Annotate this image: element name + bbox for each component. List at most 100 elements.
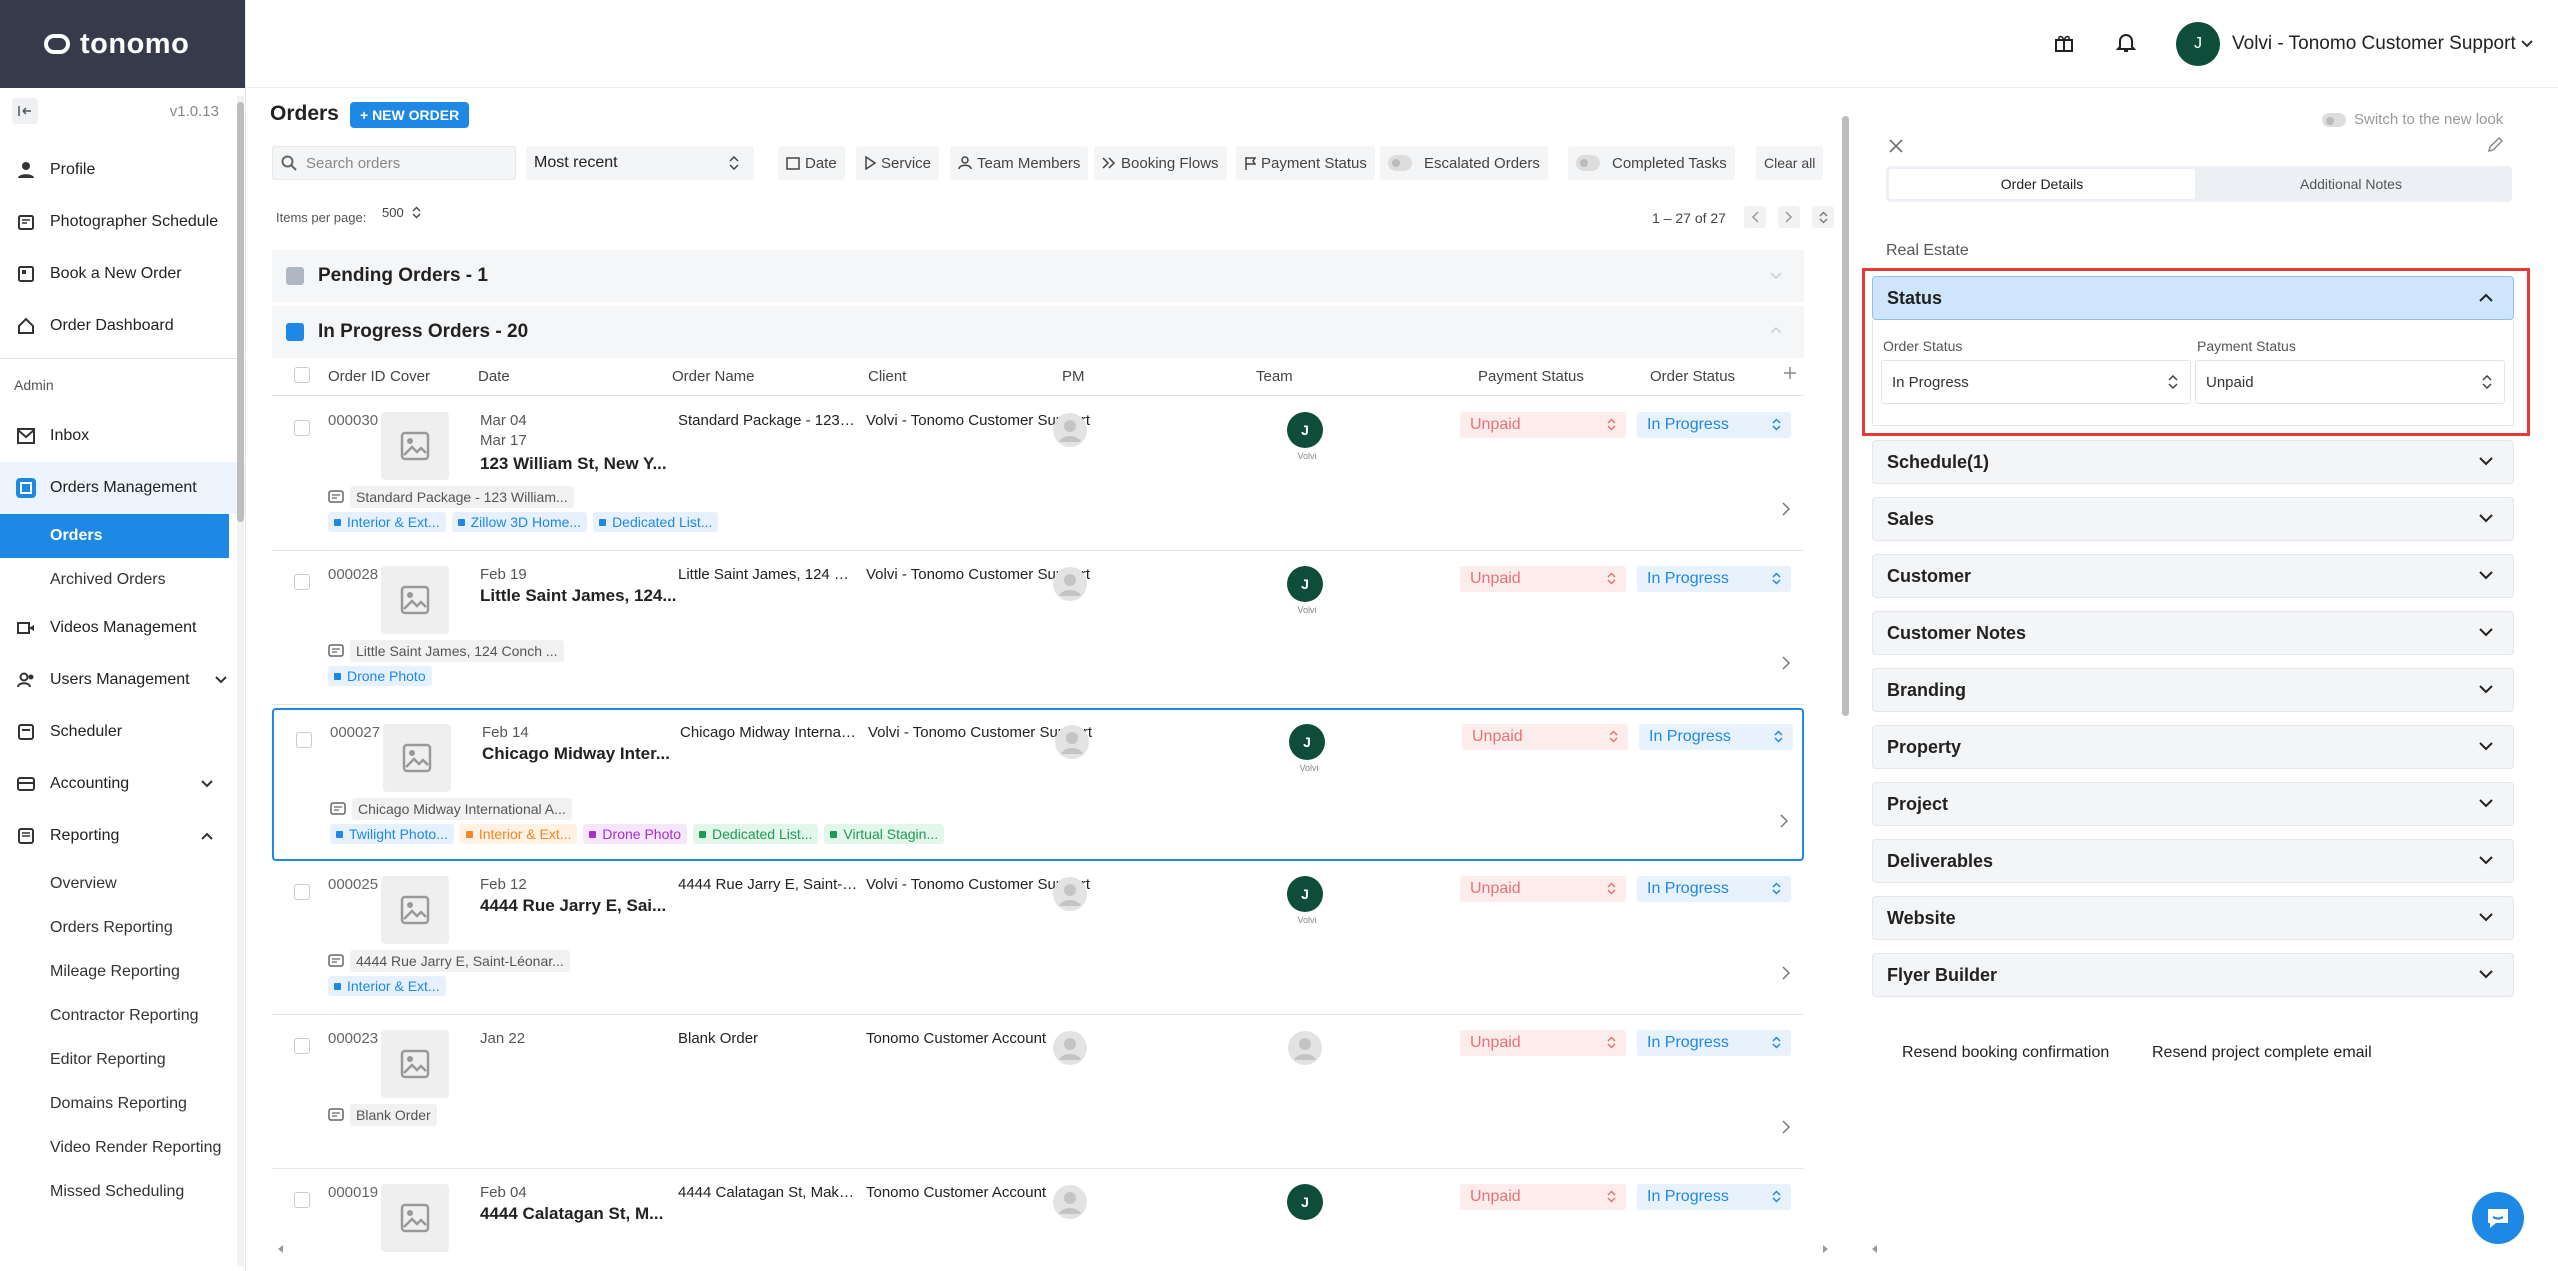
user-avatar[interactable]: J: [2176, 22, 2220, 66]
row-checkbox[interactable]: [294, 420, 310, 436]
payment-status-select[interactable]: Unpaid: [1460, 876, 1626, 902]
order-address[interactable]: Little Saint James, 124...: [480, 586, 677, 606]
chevron-down-icon[interactable]: [2479, 970, 2493, 979]
table-row[interactable]: 000028 Feb 19 Little Saint James, 124... Li…: [272, 552, 1804, 705]
team-members-filter-button[interactable]: Team Members: [950, 146, 1089, 180]
order-address[interactable]: Chicago Midway Inter...: [482, 744, 670, 764]
row-checkbox[interactable]: [296, 732, 312, 748]
section-customer-notes[interactable]: Customer Notes: [1872, 611, 2514, 655]
sidebar-item-order-dashboard[interactable]: Order Dashboard: [0, 300, 245, 352]
app-logo-text[interactable]: tonomo: [80, 28, 189, 61]
section-branding[interactable]: Branding: [1872, 668, 2514, 712]
chevron-down-icon[interactable]: [2479, 856, 2493, 865]
team-member[interactable]: J Volvi: [1287, 566, 1327, 615]
booking-flows-filter-button[interactable]: Booking Flows: [1094, 146, 1227, 180]
sidebar-item-orders-reporting[interactable]: Orders Reporting: [0, 906, 245, 950]
gift-icon[interactable]: [2054, 33, 2074, 53]
section-project[interactable]: Project: [1872, 782, 2514, 826]
column-header[interactable]: Order Name: [672, 368, 755, 385]
new-order-button[interactable]: + NEW ORDER: [350, 102, 470, 128]
scroll-right-icon[interactable]: [1822, 1244, 1830, 1254]
pm-avatar[interactable]: [1052, 566, 1088, 602]
chevron-down-icon[interactable]: [2479, 913, 2493, 922]
table-row[interactable]: 000030 Mar 04 Mar 17 123 William St, New Y.…: [272, 398, 1804, 551]
sidebar-item-overview[interactable]: Overview: [0, 862, 245, 906]
payment-status-filter-button[interactable]: Payment Status: [1236, 146, 1375, 180]
sidebar-item-editor-reporting[interactable]: Editor Reporting: [0, 1038, 245, 1082]
payment-status-select[interactable]: Unpaid: [1460, 1184, 1626, 1210]
payment-status-select[interactable]: Unpaid: [1462, 724, 1628, 750]
order-status-select[interactable]: In Progress: [1637, 1030, 1791, 1056]
next-page-button[interactable]: [1778, 206, 1800, 228]
add-column-icon[interactable]: [1782, 365, 1798, 381]
payment-status-select[interactable]: Unpaid: [1460, 412, 1626, 438]
sidebar-item-videos-management[interactable]: Videos Management: [0, 602, 245, 654]
user-name[interactable]: Volvi - Tonomo Customer Support: [2232, 33, 2516, 55]
table-row[interactable]: 000027 Feb 14 Chicago Midway Inter... Chica…: [272, 708, 1804, 861]
team-member[interactable]: J Volvi: [1287, 412, 1327, 461]
section-flyer-builder[interactable]: Flyer Builder: [1872, 953, 2514, 997]
tab-order-details[interactable]: Order Details: [1889, 169, 2195, 199]
toggle-switch[interactable]: [1576, 155, 1600, 171]
tab-additional-notes[interactable]: Additional Notes: [2198, 169, 2504, 199]
sidebar-item-missed-scheduling[interactable]: Missed Scheduling: [0, 1170, 245, 1214]
sidebar-item-orders[interactable]: Orders: [0, 514, 229, 558]
section-website[interactable]: Website: [1872, 896, 2514, 940]
prev-page-button[interactable]: [1744, 206, 1766, 228]
chevron-right-icon[interactable]: [1782, 502, 1790, 516]
order-status-select[interactable]: In Progress: [1639, 724, 1793, 750]
sidebar-item-mileage-reporting[interactable]: Mileage Reporting: [0, 950, 245, 994]
team-member[interactable]: J Volvi: [1287, 876, 1327, 925]
completed-tasks-toggle[interactable]: Completed Tasks: [1568, 146, 1735, 180]
chevron-right-icon[interactable]: [1782, 1120, 1790, 1134]
chevron-down-icon[interactable]: [2479, 799, 2493, 808]
chevron-down-icon[interactable]: [215, 676, 227, 684]
select-all-checkbox[interactable]: [294, 367, 310, 383]
sidebar-item-profile[interactable]: Profile: [0, 144, 245, 196]
chevron-right-icon[interactable]: [1782, 656, 1790, 670]
column-header[interactable]: Date: [478, 368, 510, 385]
toggle-switch[interactable]: [2322, 112, 2346, 127]
pm-avatar[interactable]: [1054, 724, 1090, 760]
chevron-down-icon[interactable]: [2521, 40, 2533, 48]
clear-all-button[interactable]: Clear all: [1756, 146, 1824, 180]
sort-select[interactable]: Most recent: [526, 146, 754, 180]
order-address[interactable]: 123 William St, New Y...: [480, 454, 667, 474]
chevron-up-icon[interactable]: [2479, 293, 2493, 302]
toggle-switch[interactable]: [1388, 155, 1412, 171]
section-schedule-1[interactable]: Schedule(1): [1872, 440, 2514, 484]
bell-icon[interactable]: [2116, 32, 2136, 54]
chevron-up-icon[interactable]: [201, 832, 213, 840]
chevron-down-icon[interactable]: [201, 780, 213, 788]
section-deliverables[interactable]: Deliverables: [1872, 839, 2514, 883]
edit-icon[interactable]: [2486, 136, 2504, 154]
column-header[interactable]: Payment Status: [1478, 368, 1584, 385]
chevron-right-icon[interactable]: [1782, 966, 1790, 980]
chevron-down-icon[interactable]: [1770, 272, 1782, 280]
sidebar-item-contractor-reporting[interactable]: Contractor Reporting: [0, 994, 245, 1038]
sidebar-item-scheduler[interactable]: Scheduler: [0, 706, 245, 758]
pm-avatar[interactable]: [1052, 876, 1088, 912]
switch-new-look-toggle[interactable]: Switch to the new look: [2322, 111, 2503, 128]
chevron-down-icon[interactable]: [2479, 457, 2493, 466]
chevron-down-icon[interactable]: [2479, 628, 2493, 637]
order-status-select[interactable]: In Progress: [1637, 876, 1791, 902]
date-filter-button[interactable]: Date: [778, 146, 845, 180]
order-status-select[interactable]: In Progress: [1637, 566, 1791, 592]
sidebar-item-archived-orders[interactable]: Archived Orders: [0, 558, 245, 602]
payment-status-select[interactable]: Unpaid: [1460, 1030, 1626, 1056]
table-row[interactable]: 000019 Feb 04 4444 Calatagan St, M... 4444 …: [272, 1170, 1804, 1258]
team-member[interactable]: [1287, 1030, 1327, 1066]
chevron-down-icon[interactable]: [2479, 685, 2493, 694]
column-header[interactable]: Order ID: [328, 368, 386, 385]
sidebar-scrollbar[interactable]: [237, 96, 244, 1266]
table-row[interactable]: 000023 Jan 22 Blank Order Tonomo Customer A…: [272, 1016, 1804, 1169]
collapse-sidebar-button[interactable]: [12, 98, 38, 124]
payment-status-select[interactable]: Unpaid: [2195, 360, 2505, 404]
in-progress-orders-group[interactable]: In Progress Orders - 20: [272, 306, 1804, 358]
row-checkbox[interactable]: [294, 884, 310, 900]
items-per-page-select[interactable]: 500: [382, 205, 421, 220]
section-property[interactable]: Property: [1872, 725, 2514, 769]
section-customer[interactable]: Customer: [1872, 554, 2514, 598]
pending-orders-group[interactable]: Pending Orders - 1: [272, 250, 1804, 302]
